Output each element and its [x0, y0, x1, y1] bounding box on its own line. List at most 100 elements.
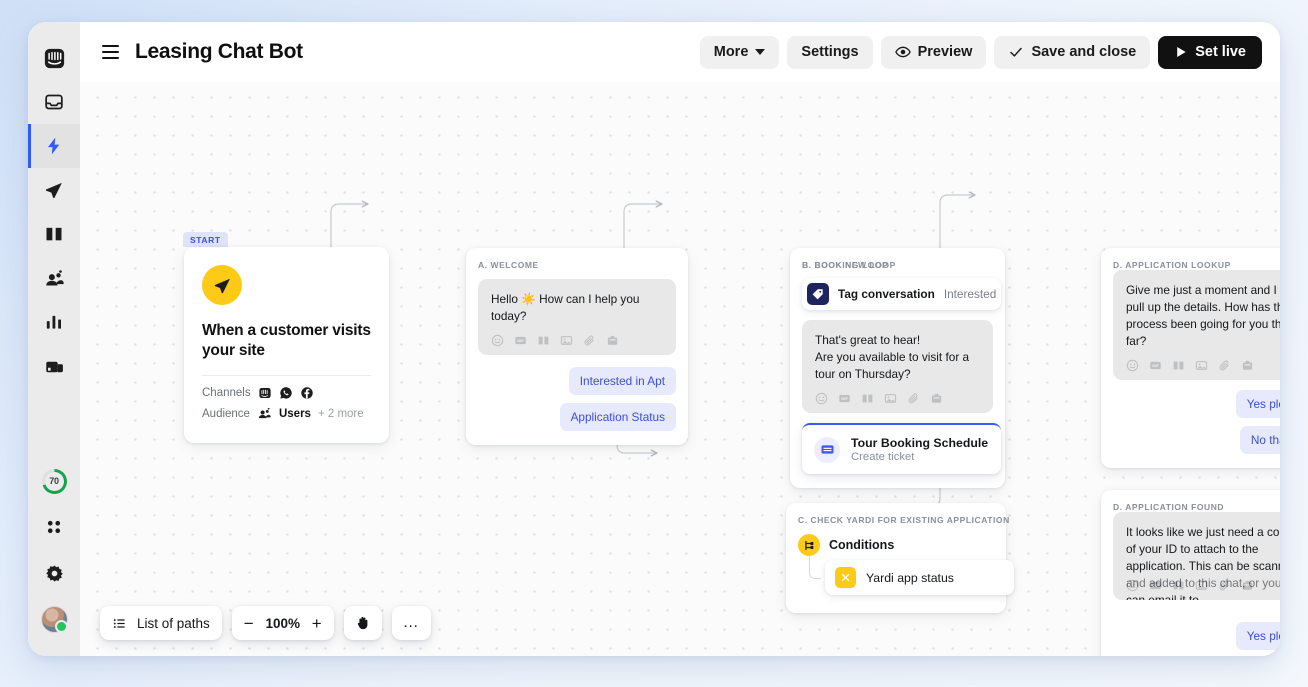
node-application-lookup[interactable]: D. APPLICATION LOOKUP Give me just a mom… — [1101, 248, 1280, 468]
start-node-title: When a customer visits your site — [202, 321, 371, 361]
zoom-in-button[interactable]: + — [312, 615, 322, 632]
tag-glyph-icon — [812, 288, 824, 300]
quick-replies: Yes please No thanks — [1113, 390, 1280, 454]
article-icon[interactable] — [537, 334, 550, 347]
emoji-icon[interactable] — [1126, 579, 1139, 592]
message-text: That's great to hear! Are you available … — [815, 332, 980, 383]
attachment-icon[interactable] — [583, 334, 596, 347]
apps-grid-icon — [45, 518, 63, 536]
sidebar-item-news[interactable] — [28, 344, 80, 388]
quick-reply-chip[interactable]: Yes please — [1236, 622, 1280, 650]
node-start[interactable]: When a customer visits your site Channel… — [184, 247, 389, 443]
lightning-icon — [44, 136, 64, 156]
attachment-icon[interactable] — [1218, 359, 1231, 372]
svg-text:GIF: GIF — [841, 396, 848, 401]
tag-conversation-row[interactable]: Tag conversation Interested — [802, 278, 1001, 310]
message-bubble[interactable]: That's great to hear! Are you available … — [802, 320, 993, 413]
more-button[interactable]: More — [700, 36, 780, 69]
card-icon[interactable] — [606, 334, 619, 347]
flow-canvas[interactable]: START When a customer visits your site C… — [80, 82, 1280, 656]
conditions-title: Conditions — [829, 538, 894, 552]
sidebar-item-intercom-logo[interactable] — [28, 36, 80, 80]
sidebar-item-settings[interactable] — [28, 550, 80, 596]
emoji-icon[interactable] — [815, 392, 828, 405]
settings-button-label: Settings — [801, 44, 858, 60]
gif-icon[interactable]: GIF — [1149, 579, 1162, 592]
bubble-toolbar: GIF — [1126, 575, 1280, 592]
article-icon[interactable] — [1172, 359, 1185, 372]
condition-card[interactable]: Yardi app status — [825, 560, 1014, 595]
sidebar-item-progress[interactable]: 70 — [28, 458, 80, 504]
preview-button-label: Preview — [918, 44, 973, 60]
hand-tool-button[interactable] — [344, 606, 382, 640]
gif-icon[interactable]: GIF — [1149, 359, 1162, 372]
attachment-icon[interactable] — [1218, 579, 1231, 592]
sidebar-item-articles[interactable] — [28, 212, 80, 256]
article-icon[interactable] — [1172, 579, 1185, 592]
card-icon[interactable] — [1241, 579, 1254, 592]
more-options-button[interactable]: … — [392, 606, 431, 640]
channels-label: Channels — [202, 387, 251, 399]
message-bubble[interactable]: Give me just a moment and I will pull up… — [1113, 270, 1280, 380]
card-icon[interactable] — [930, 392, 943, 405]
avatar — [41, 606, 68, 633]
preview-button[interactable]: Preview — [881, 36, 987, 69]
paper-plane-icon — [213, 276, 232, 295]
settings-button[interactable]: Settings — [787, 36, 872, 69]
quick-reply-row: Yes please — [1113, 390, 1280, 418]
message-text: Hello ☀️ How can I help you today? — [491, 291, 663, 325]
sidebar-item-inbox[interactable] — [28, 80, 80, 124]
image-icon[interactable] — [560, 334, 573, 347]
sidebar-item-automation[interactable] — [28, 124, 80, 168]
node-welcome-label: A. WELCOME — [478, 260, 676, 270]
article-icon[interactable] — [861, 392, 874, 405]
users-icon — [257, 406, 272, 421]
ticket-card[interactable]: Tour Booking Schedule Create ticket — [802, 423, 1001, 474]
quick-reply-row: No thanks — [1113, 426, 1280, 454]
image-icon[interactable] — [1195, 579, 1208, 592]
audience-row: Audience Users + 2 more — [202, 406, 371, 421]
quick-reply-chip[interactable]: Application Status — [560, 403, 676, 431]
list-of-paths-button[interactable]: List of paths — [100, 606, 222, 640]
set-live-button[interactable]: Set live — [1158, 36, 1262, 69]
image-icon[interactable] — [884, 392, 897, 405]
emoji-icon[interactable] — [1126, 359, 1139, 372]
bubble-toolbar: GIF — [815, 392, 980, 405]
node-booking[interactable]: B. BOOKING LOOP B. BOOK NEW LOOP Tag con… — [790, 248, 1005, 488]
sidebar-item-account[interactable] — [28, 596, 80, 642]
attachment-icon[interactable] — [907, 392, 920, 405]
close-icon — [840, 572, 851, 583]
channels-row: Channels — [202, 386, 371, 400]
emoji-icon[interactable] — [491, 334, 504, 347]
sidebar-item-outbound[interactable] — [28, 168, 80, 212]
messenger-icon — [258, 386, 272, 400]
more-options-label: … — [403, 615, 420, 631]
hamburger-icon[interactable] — [100, 41, 121, 63]
start-badge: START — [183, 232, 228, 247]
node-yardi[interactable]: C. CHECK YARDI FOR EXISTING APPLICATION … — [786, 503, 1006, 613]
node-welcome[interactable]: A. WELCOME Hello ☀️ How can I help you t… — [466, 248, 688, 445]
quick-reply-chip[interactable]: Interested in Apt — [569, 367, 676, 395]
sidebar-item-apps[interactable] — [28, 504, 80, 550]
message-bubble[interactable]: It looks like we just need a copy of you… — [1113, 512, 1280, 600]
image-icon[interactable] — [1195, 359, 1208, 372]
book-icon — [44, 224, 64, 244]
message-bubble[interactable]: Hello ☀️ How can I help you today? GIF — [478, 279, 676, 355]
sidebar-item-contacts[interactable] — [28, 256, 80, 300]
save-and-close-button[interactable]: Save and close — [994, 36, 1150, 69]
gif-icon[interactable]: GIF — [514, 334, 527, 347]
news-icon — [44, 356, 65, 377]
svg-text:GIF: GIF — [517, 338, 524, 343]
ticket-glyph-icon — [820, 442, 835, 457]
divider — [202, 375, 371, 376]
gif-icon[interactable]: GIF — [838, 392, 851, 405]
tag-value: Interested — [944, 287, 996, 301]
card-icon[interactable] — [1241, 359, 1254, 372]
zoom-out-button[interactable]: − — [244, 615, 254, 632]
ticket-subtitle: Create ticket — [851, 451, 988, 463]
sidebar-item-reports[interactable] — [28, 300, 80, 344]
node-application-found[interactable]: D. APPLICATION FOUND It looks like we ju… — [1101, 490, 1280, 656]
quick-reply-chip[interactable]: Yes please — [1236, 390, 1280, 418]
conditions-icon — [798, 534, 820, 556]
quick-reply-chip[interactable]: No thanks — [1240, 426, 1280, 454]
